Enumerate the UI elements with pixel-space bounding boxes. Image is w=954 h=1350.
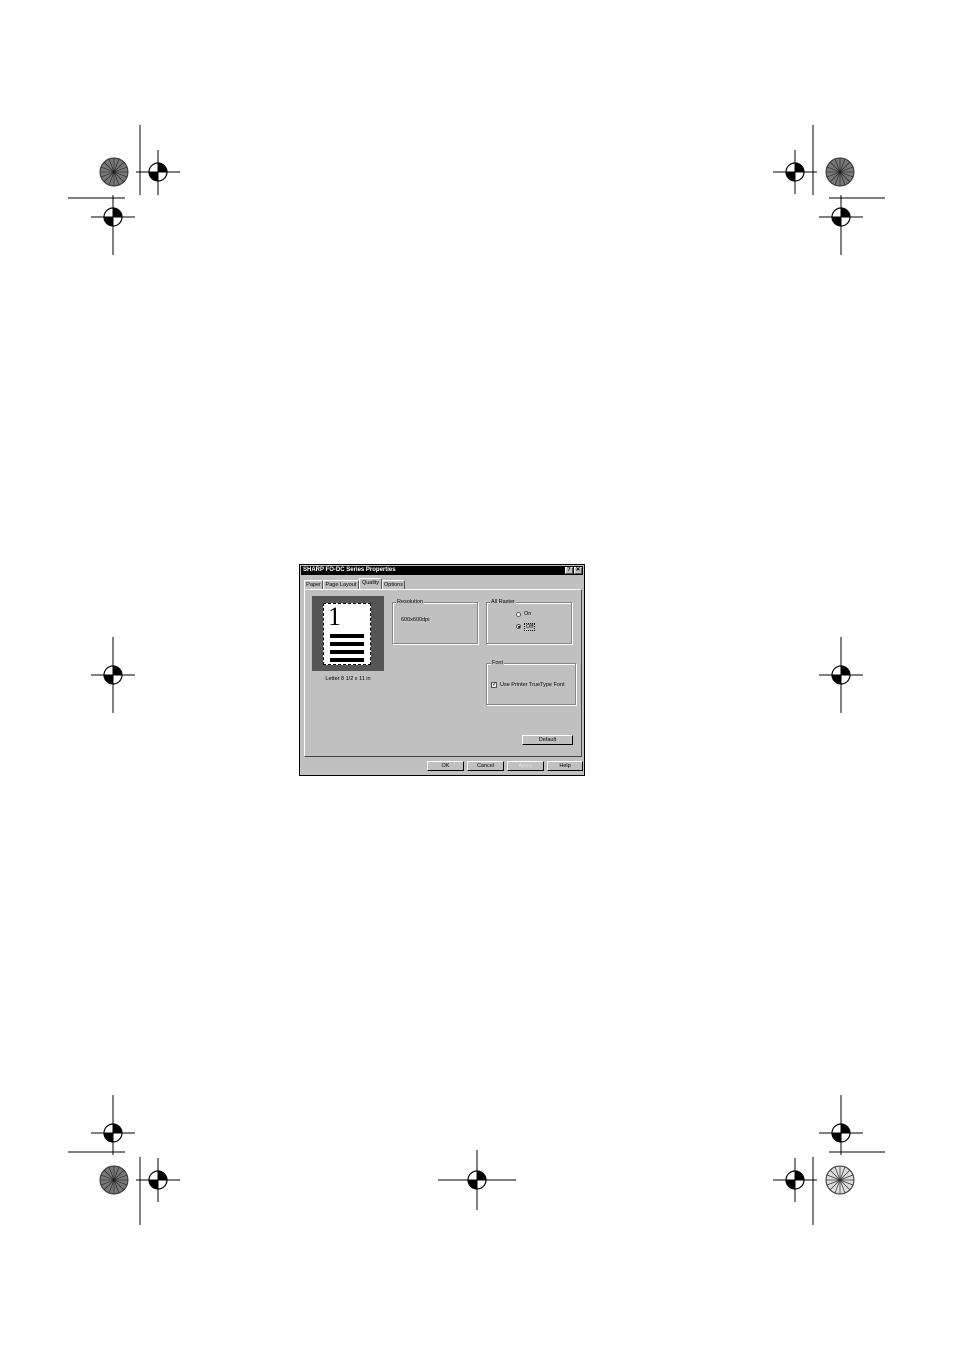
paper-size-label: Letter 8 1/2 x 11 in <box>325 676 371 682</box>
tab-quality[interactable]: Quality <box>359 578 382 589</box>
paper-preview: 1 <box>323 603 371 665</box>
cancel-button[interactable]: Cancel <box>467 761 504 771</box>
help-button[interactable]: Help <box>547 761 583 771</box>
tab-paper[interactable]: Paper <box>304 580 323 589</box>
resolution-label: Resolution <box>396 599 424 605</box>
ok-button[interactable]: OK <box>427 761 464 771</box>
dialog-titlebar: SHARP FO-DC Series Properties ? ✕ <box>301 566 583 575</box>
page-preview: 1 <box>312 596 384 671</box>
text-line-icon <box>330 634 364 638</box>
printer-properties-dialog: SHARP FO-DC Series Properties ? ✕ Paper … <box>299 564 585 776</box>
font-label: Font <box>491 660 505 666</box>
help-icon[interactable]: ? <box>565 567 573 574</box>
crop-mark-top-left <box>68 125 181 255</box>
all-raster-label: All Raster <box>490 599 516 605</box>
crop-mark-bottom-left <box>68 1095 181 1225</box>
quality-tab-panel: 1 Letter 8 1/2 x 11 in Resolution 600x60… <box>304 589 582 757</box>
raster-off-radio[interactable] <box>516 624 521 629</box>
default-button[interactable]: Default <box>522 735 573 745</box>
dialog-title: SHARP FO-DC Series Properties <box>303 567 396 573</box>
resolution-group <box>392 602 478 644</box>
crop-mark-top-right <box>772 125 885 255</box>
text-line-icon <box>330 658 364 662</box>
text-line-icon <box>330 642 364 646</box>
crop-mark-bottom-right <box>772 1095 885 1225</box>
truetype-label[interactable]: Use Printer TrueType Font <box>500 682 565 688</box>
truetype-checkbox[interactable]: ✓ <box>491 682 497 688</box>
raster-off-label[interactable]: Off <box>524 623 536 631</box>
resolution-value: 600x600dpi <box>401 617 430 623</box>
raster-on-radio[interactable] <box>516 612 521 617</box>
crop-mark-bottom-center <box>438 1150 516 1210</box>
page-number: 1 <box>328 602 341 631</box>
close-icon[interactable]: ✕ <box>574 567 582 574</box>
tab-page-layout[interactable]: Page Layout <box>323 580 359 589</box>
apply-button[interactable]: Apply <box>507 761 544 771</box>
text-line-icon <box>330 650 364 654</box>
tab-options[interactable]: Options <box>382 580 405 589</box>
raster-on-label[interactable]: On <box>524 611 531 617</box>
